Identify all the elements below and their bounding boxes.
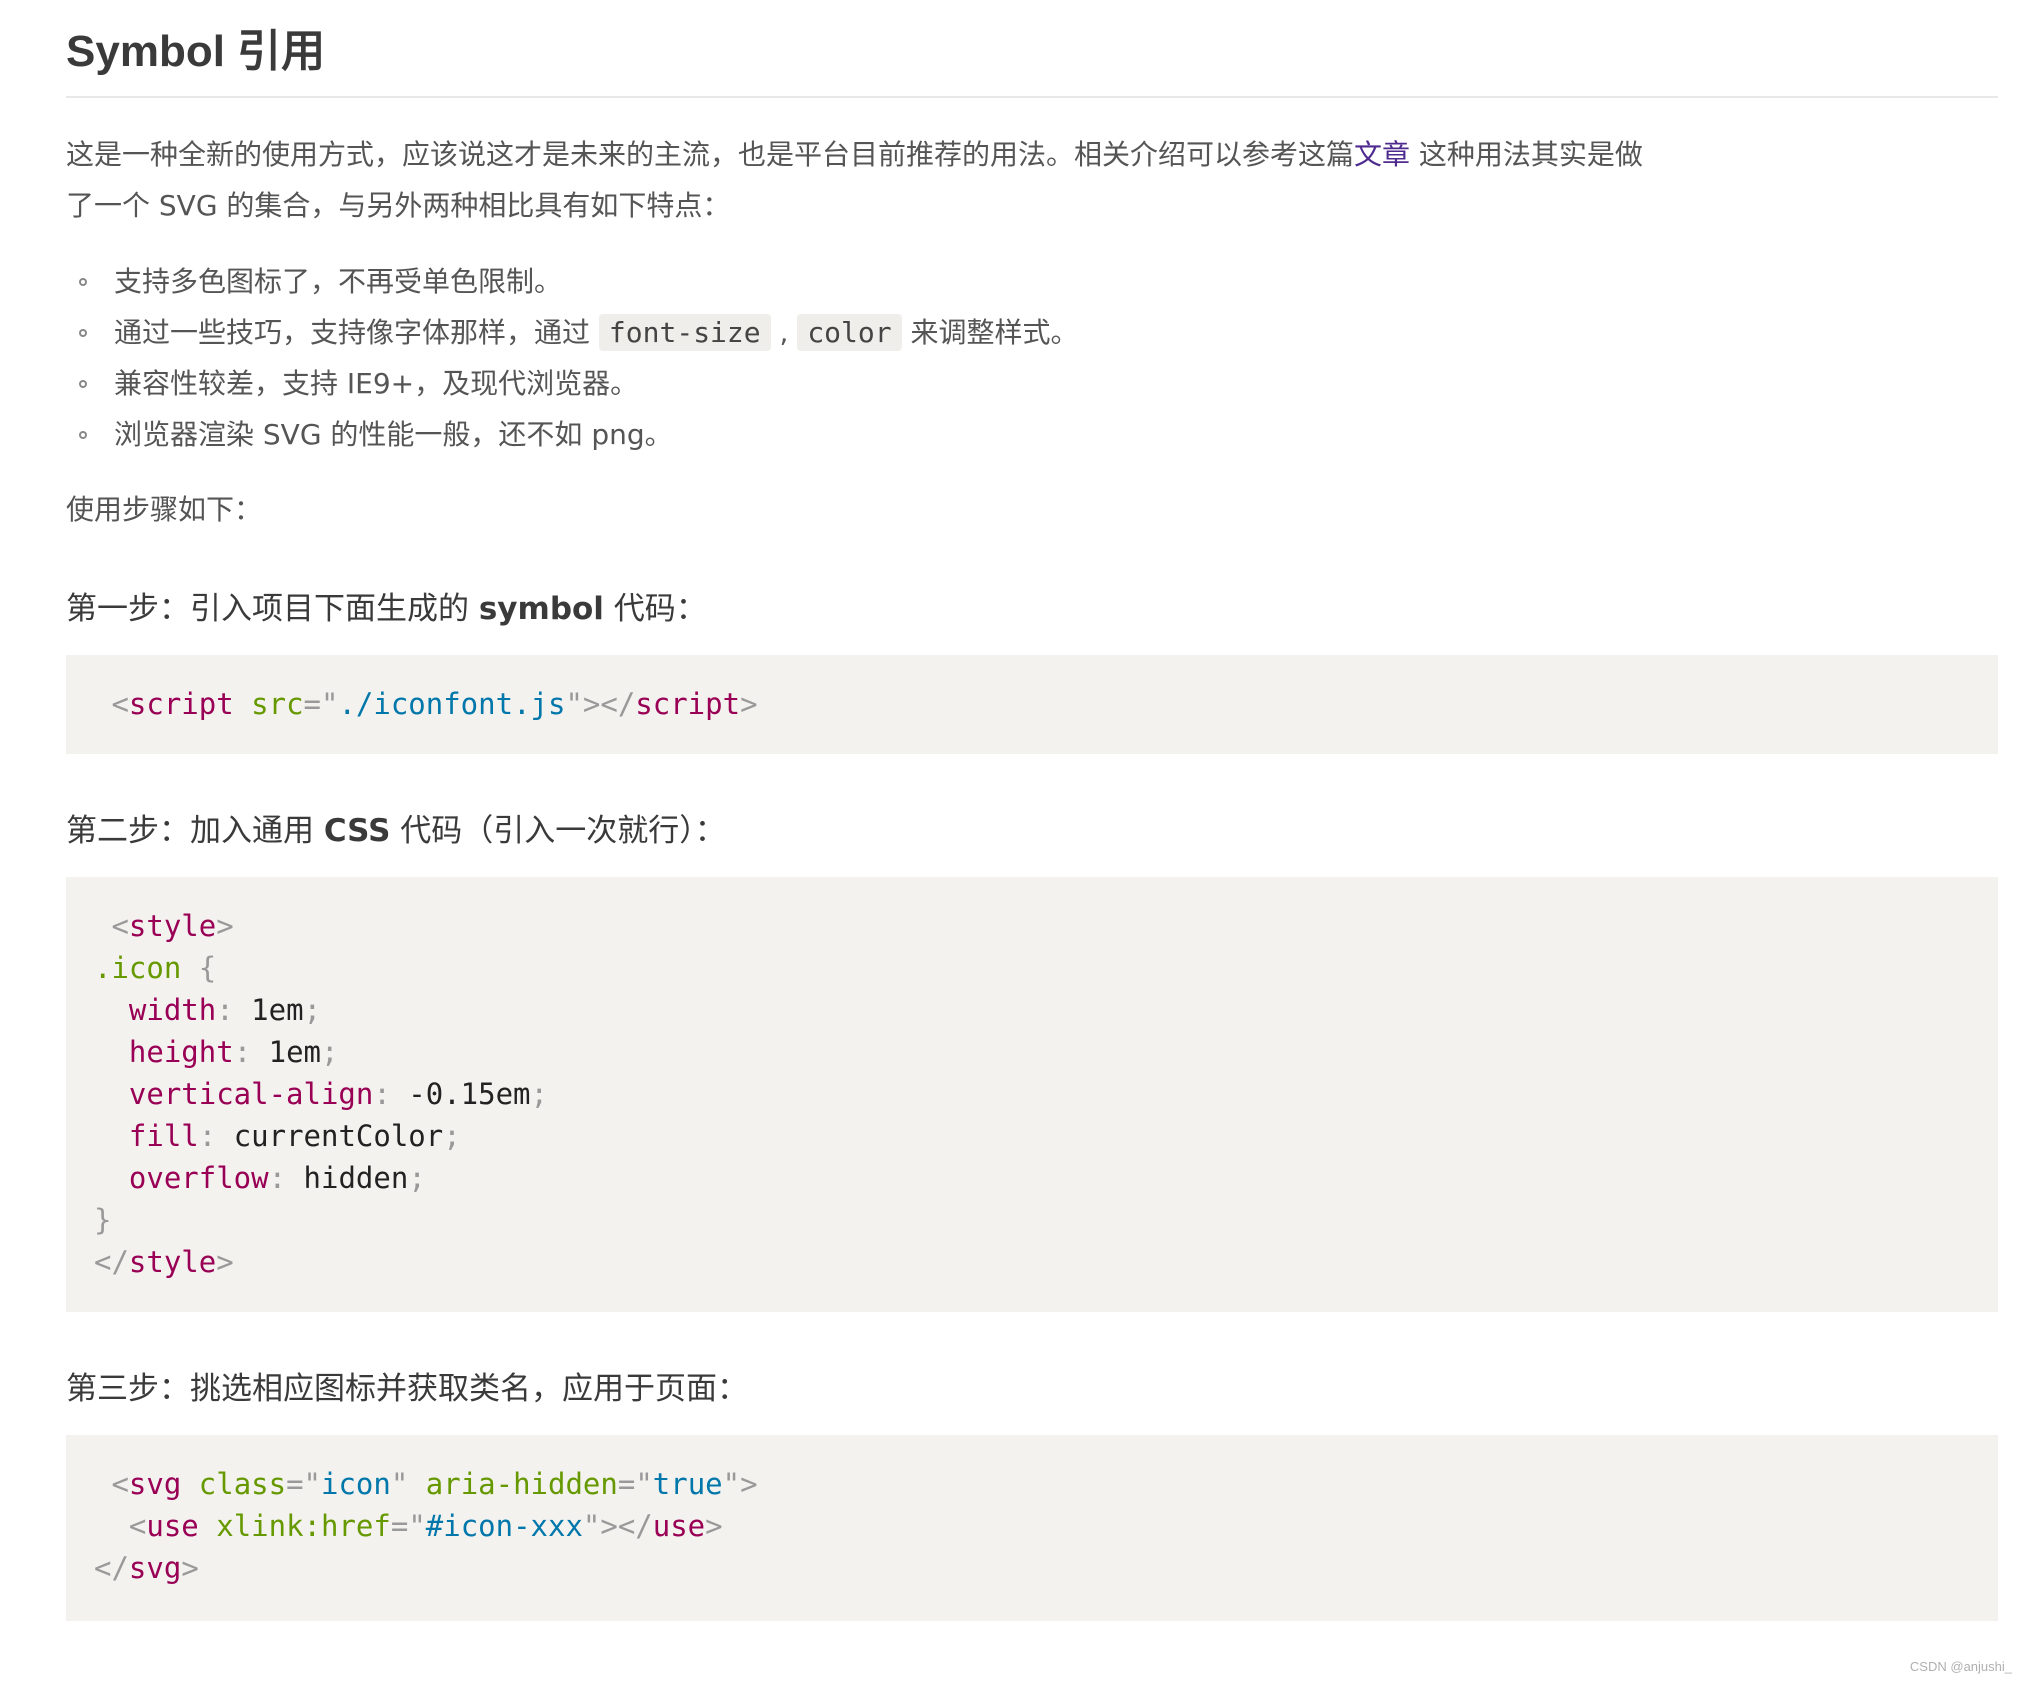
code-tag: use (146, 1509, 199, 1543)
code-selector: .icon (94, 951, 182, 985)
list-item: 通过一些技巧，支持像字体那样，通过 font-size , color 来调整样… (66, 307, 1998, 358)
code-attr: xlink:href (216, 1509, 391, 1543)
feature-list: 支持多色图标了，不再受单色限制。 通过一些技巧，支持像字体那样，通过 font-… (66, 256, 1998, 460)
code-property: width (128, 993, 217, 1027)
step-1-prefix: 第一步：引入项目下面生成的 (66, 591, 479, 627)
code-attr: src (251, 687, 304, 721)
bullet-icon (79, 329, 87, 337)
code-value: 1em (251, 993, 304, 1027)
step-1-heading: 第一步：引入项目下面生成的 symbol 代码： (66, 589, 1998, 629)
code-block-script[interactable]: <script src="./iconfont.js"></script> (66, 655, 1998, 754)
step-3-heading: 第三步：挑选相应图标并获取类名，应用于页面： (66, 1371, 748, 1407)
feature-text: 兼容性较差，支持 IE9+，及现代浏览器。 (114, 367, 639, 400)
bullet-icon (79, 431, 87, 439)
intro-paragraph: 这是一种全新的使用方式，应该说这才是未来的主流，也是平台目前推荐的用法。相关介绍… (66, 129, 1646, 231)
inline-code-color: color (797, 314, 902, 351)
code-block-css[interactable]: <style> .icon { width: 1em; height: 1em;… (66, 877, 1998, 1312)
list-item: 浏览器渲染 SVG 的性能一般，还不如 png。 (66, 409, 1998, 460)
code-tag: use (652, 1509, 706, 1543)
step-2-heading: 第二步：加入通用 CSS 代码（引入一次就行）： (66, 811, 1998, 851)
code-value: -0.15em (408, 1077, 531, 1111)
list-item: 兼容性较差，支持 IE9+，及现代浏览器。 (66, 358, 1998, 409)
code-string: icon (321, 1467, 391, 1501)
code-tag: svg (128, 1467, 182, 1501)
feature-text: 支持多色图标了，不再受单色限制。 (114, 265, 563, 298)
code-value: 1em (268, 1035, 322, 1069)
code-tag: script (635, 687, 741, 721)
watermark: CSDN @anjushi_ (1909, 1659, 2012, 1674)
code-block-svg[interactable]: <svg class="icon" aria-hidden="true"> <u… (66, 1435, 1998, 1621)
feature-text-after: 来调整样式。 (901, 316, 1079, 349)
title-divider (66, 96, 1998, 98)
feature-text-middle: , (770, 316, 798, 349)
code-tag: style (128, 909, 217, 943)
code-string: true (652, 1467, 723, 1501)
feature-text: 浏览器渲染 SVG 的性能一般，还不如 png。 (114, 418, 673, 451)
code-tag: style (128, 1245, 217, 1279)
steps-intro: 使用步骤如下： (66, 493, 263, 526)
code-string: #icon-xxx (425, 1509, 583, 1543)
step-2-prefix: 第二步：加入通用 (66, 813, 324, 849)
code-property: height (128, 1035, 234, 1069)
code-property: vertical-align (128, 1077, 374, 1111)
code-property: fill (128, 1119, 199, 1153)
bullet-icon (79, 380, 87, 388)
step-1-suffix: 代码： (603, 591, 707, 627)
bullet-icon (79, 278, 87, 286)
code-property: overflow (128, 1161, 269, 1195)
code-value: currentColor (233, 1119, 444, 1153)
feature-text-before: 通过一些技巧，支持像字体那样，通过 (114, 316, 599, 349)
inline-code-font-size: font-size (598, 314, 771, 351)
code-tag: script (128, 687, 234, 721)
article-link[interactable]: 文章 (1354, 138, 1410, 171)
article: Symbol 引用 这是一种全新的使用方式，应该说这才是未来的主流，也是平台目前… (66, 0, 1998, 1621)
page-title: Symbol 引用 (66, 27, 326, 76)
code-tag: svg (128, 1551, 182, 1585)
step-1-bold: symbol (478, 591, 604, 627)
step-2-bold: CSS (323, 813, 391, 849)
step-2-suffix: 代码（引入一次就行）： (390, 813, 726, 849)
list-item: 支持多色图标了，不再受单色限制。 (66, 256, 1998, 307)
code-attr: class (198, 1467, 287, 1501)
code-attr: aria-hidden (425, 1467, 618, 1501)
code-value: hidden (303, 1161, 409, 1195)
code-string: ./iconfont.js (338, 687, 566, 721)
intro-text-1: 这是一种全新的使用方式，应该说这才是未来的主流，也是平台目前推荐的用法。相关介绍… (66, 138, 1355, 171)
